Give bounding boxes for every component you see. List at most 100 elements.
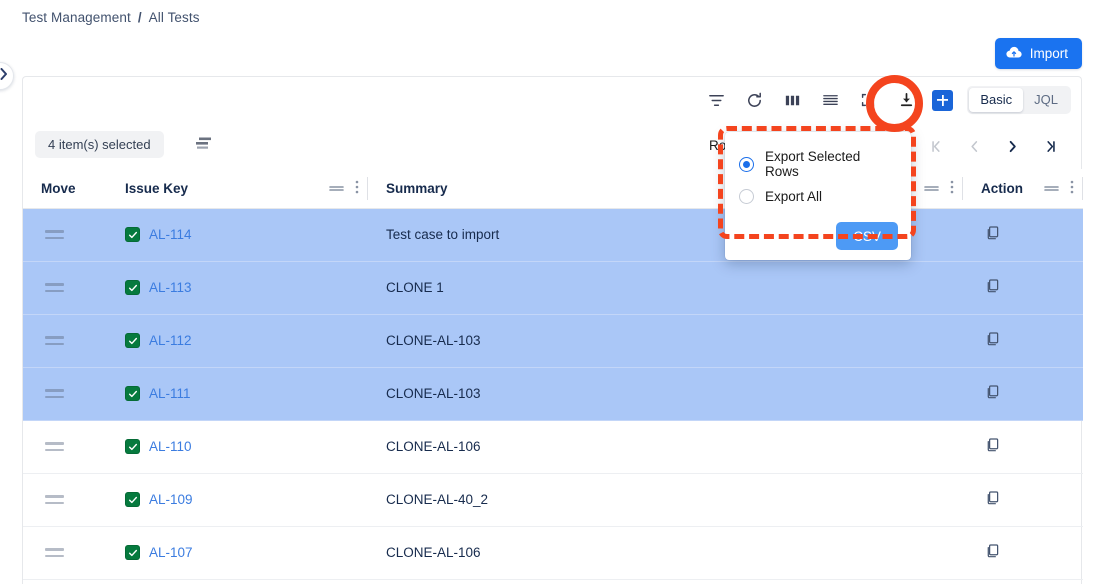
cell-action [963, 314, 1083, 367]
cell-summary: CLONE-AL-103 [368, 367, 963, 420]
column-menu-icon[interactable] [950, 180, 954, 197]
cell-summary: CLONE-AL-106 [368, 526, 963, 579]
prev-page-button[interactable] [955, 133, 993, 159]
cell-summary: CLONE-AL-106 [368, 420, 963, 473]
table-row[interactable]: AL-112 CLONE-AL-103 [23, 314, 1083, 367]
query-mode-jql[interactable]: JQL [1023, 88, 1069, 112]
cell-issue-key: AL-107 [107, 526, 368, 579]
chevron-right-icon [0, 67, 8, 85]
copy-icon[interactable] [985, 490, 1001, 509]
issue-key-link[interactable]: AL-114 [149, 227, 192, 242]
cell-issue-key: AL-114 [107, 208, 368, 261]
cell-issue-key: AL-113 [107, 261, 368, 314]
cell-action [963, 473, 1083, 526]
summary-text: CLONE-AL-40_2 [368, 474, 963, 526]
app-root: Test Management / All Tests Import [0, 0, 1104, 584]
export-csv-button[interactable]: CSV [836, 222, 898, 250]
test-case-icon [125, 386, 140, 401]
table-row[interactable]: AL-111 CLONE-AL-103 [23, 367, 1083, 420]
issue-key-link[interactable]: AL-111 [149, 386, 191, 401]
cell-move [23, 261, 107, 314]
drag-handle-icon[interactable] [45, 230, 64, 239]
copy-icon[interactable] [985, 331, 1001, 350]
filter-icon[interactable] [697, 81, 735, 119]
summary-text: CLONE-AL-106 [368, 421, 963, 473]
cell-move [23, 314, 107, 367]
cell-action [963, 367, 1083, 420]
cell-summary: CLONE-AL-40_2 [368, 473, 963, 526]
table-row[interactable]: AL-114Test case to import [23, 208, 1083, 261]
refresh-icon[interactable] [735, 81, 773, 119]
drag-handle-icon[interactable] [45, 548, 64, 557]
table-row[interactable]: AL-107 CLONE-AL-106 [23, 526, 1083, 579]
column-header-issue-key-label: Issue Key [125, 181, 188, 196]
next-page-button[interactable] [993, 133, 1031, 159]
export-popover: Export Selected Rows Export All CSV [725, 132, 911, 260]
import-button[interactable]: Import [995, 38, 1082, 69]
column-header-action-label: Action [981, 181, 1023, 196]
selection-bar: 4 item(s) selected Rows [23, 123, 1081, 169]
issue-key-link[interactable]: AL-112 [149, 333, 192, 348]
column-header-move[interactable]: Move [23, 169, 107, 208]
drag-handle-icon[interactable] [45, 336, 64, 345]
test-case-icon [125, 333, 140, 348]
copy-icon[interactable] [985, 384, 1001, 403]
breadcrumb-separator: / [138, 10, 142, 25]
copy-icon[interactable] [985, 278, 1001, 297]
issue-key-link[interactable]: AL-110 [149, 439, 192, 454]
last-page-button[interactable] [1031, 133, 1069, 159]
column-resize-icon[interactable] [329, 181, 344, 196]
cell-action [963, 261, 1083, 314]
table-row[interactable]: AL-113CLONE 1 [23, 261, 1083, 314]
column-menu-icon[interactable] [355, 180, 359, 197]
issue-key-link[interactable]: AL-107 [149, 545, 193, 560]
issue-key-link[interactable]: AL-109 [149, 492, 193, 507]
table-row[interactable]: AL-109 CLONE-AL-40_2 [23, 473, 1083, 526]
download-icon[interactable] [887, 81, 925, 119]
copy-icon[interactable] [985, 437, 1001, 456]
cell-action [963, 526, 1083, 579]
column-header-action[interactable]: Action [963, 169, 1083, 208]
columns-icon[interactable] [773, 81, 811, 119]
copy-icon[interactable] [985, 543, 1001, 562]
drag-handle-icon[interactable] [45, 495, 64, 504]
column-header-move-label: Move [41, 181, 76, 196]
add-test-button[interactable] [932, 90, 953, 111]
cell-move [23, 208, 107, 261]
test-case-icon [125, 439, 140, 454]
tests-table-body: AL-114Test case to importAL-113CLONE 1AL… [23, 208, 1083, 579]
breadcrumb-current[interactable]: All Tests [149, 10, 200, 25]
export-option-all[interactable]: Export All [725, 184, 911, 209]
summary-text: CLONE-AL-103 [368, 368, 963, 420]
column-header-issue-key[interactable]: Issue Key [107, 169, 368, 208]
table-row[interactable]: AL-110 CLONE-AL-106 [23, 420, 1083, 473]
query-mode-basic[interactable]: Basic [969, 88, 1023, 112]
cell-issue-key: AL-109 [107, 473, 368, 526]
first-page-button[interactable] [917, 133, 955, 159]
drag-handle-icon[interactable] [45, 389, 64, 398]
column-resize-icon[interactable] [924, 181, 939, 196]
issue-key-link[interactable]: AL-113 [149, 280, 192, 295]
export-option-all-label: Export All [765, 189, 822, 204]
export-option-selected-rows[interactable]: Export Selected Rows [725, 144, 911, 184]
drag-handle-icon[interactable] [45, 442, 64, 451]
test-case-icon [125, 492, 140, 507]
copy-icon[interactable] [985, 225, 1001, 244]
breadcrumb-root[interactable]: Test Management [22, 10, 131, 25]
cell-summary: CLONE-AL-103 [368, 314, 963, 367]
sort-icon[interactable] [195, 137, 213, 155]
table-header-row: Move Issue Key [23, 169, 1083, 208]
query-mode-toggle: Basic JQL [967, 86, 1071, 114]
rows-density-icon[interactable] [811, 81, 849, 119]
drag-handle-icon[interactable] [45, 283, 64, 292]
column-menu-icon[interactable] [1070, 180, 1074, 197]
cell-action [963, 420, 1083, 473]
test-case-icon [125, 227, 140, 242]
cell-action [963, 208, 1083, 261]
sidebar-expand-button[interactable] [0, 62, 14, 90]
column-resize-icon[interactable] [1044, 181, 1059, 196]
breadcrumb: Test Management / All Tests [22, 10, 200, 25]
cell-move [23, 473, 107, 526]
column-header-summary-label: Summary [386, 181, 448, 196]
fullscreen-icon[interactable] [849, 81, 887, 119]
